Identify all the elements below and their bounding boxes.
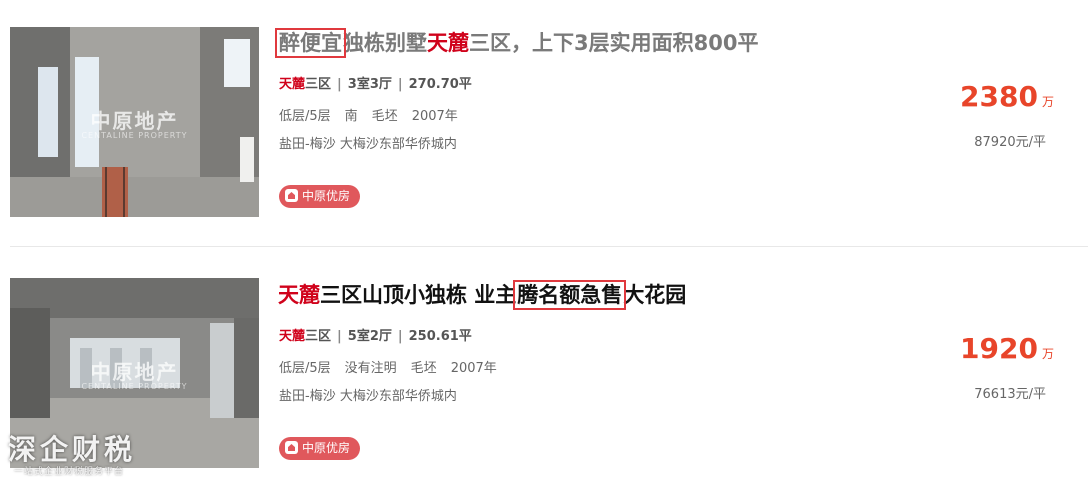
house-icon bbox=[285, 441, 298, 454]
listing-summary: 天麓三区 | 3室3厅 | 270.70平 bbox=[279, 73, 472, 92]
decoration: 毛坯 bbox=[371, 109, 398, 124]
community-name-rest[interactable]: 三区 bbox=[305, 77, 331, 92]
quality-badge[interactable]: 中原优房 bbox=[279, 437, 361, 460]
title-text: 独栋别墅 bbox=[343, 31, 427, 55]
price-value: 1920 bbox=[960, 332, 1038, 365]
listing-summary: 天麓三区 | 5室2厅 | 250.61平 bbox=[279, 325, 472, 344]
title-community-highlight: 天麓 bbox=[278, 283, 320, 307]
title-text-rest: 三区，上下3层实用面积800平 bbox=[469, 31, 759, 55]
floor-level: 低层/5层 bbox=[279, 109, 331, 124]
badge-label: 中原优房 bbox=[302, 441, 351, 455]
community-name-red[interactable]: 天麓 bbox=[279, 329, 305, 344]
divider bbox=[10, 246, 1088, 247]
listing-card[interactable]: 中原地产 CENTALINE PROPERTY 天麓三区山顶小独栋 业主腾名额急… bbox=[0, 252, 1088, 482]
build-year: 2007年 bbox=[450, 361, 497, 376]
build-year: 2007年 bbox=[411, 109, 458, 124]
title-highlight-box: 醉便宜 bbox=[275, 28, 346, 58]
floor-area: 270.70平 bbox=[408, 77, 472, 92]
listing-attributes: 低层/5层 没有注明 毛坯 2007年 bbox=[279, 357, 497, 376]
separator: | bbox=[337, 77, 342, 92]
total-price: 2380 万 bbox=[960, 80, 1054, 113]
price-unit: 万 bbox=[1041, 95, 1054, 109]
photo-watermark: 中原地产 bbox=[90, 360, 179, 384]
badge-label: 中原优房 bbox=[302, 189, 351, 203]
unit-price: 76613元/平 bbox=[974, 387, 1046, 402]
listing-title[interactable]: 天麓三区山顶小独栋 业主腾名额急售大花园 bbox=[278, 280, 686, 310]
quality-badge[interactable]: 中原优房 bbox=[279, 185, 361, 208]
photo-watermark: 中原地产 bbox=[90, 109, 179, 133]
corner-watermark-sub: 一站式企业财税服务平台 bbox=[14, 467, 125, 477]
listing-location: 盐田-梅沙 大梅沙东部华侨城内 bbox=[279, 137, 457, 152]
title-community-highlight: 天麓 bbox=[427, 31, 469, 55]
decoration: 毛坯 bbox=[410, 361, 437, 376]
photo-watermark-sub: CENTALINE PROPERTY bbox=[81, 382, 188, 391]
orientation: 没有注明 bbox=[344, 361, 397, 376]
orientation: 南 bbox=[344, 109, 358, 124]
floor-area: 250.61平 bbox=[408, 329, 472, 344]
corner-watermark: 深企财税 bbox=[8, 433, 137, 466]
separator: | bbox=[397, 329, 403, 344]
title-text-rest: 大花园 bbox=[623, 283, 687, 307]
separator: | bbox=[397, 77, 403, 92]
listing-location: 盐田-梅沙 大梅沙东部华侨城内 bbox=[279, 389, 457, 404]
room-layout: 5室2厅 bbox=[347, 329, 392, 344]
title-text: 三区山顶小独栋 业主 bbox=[320, 283, 517, 307]
listing-photo[interactable]: 中原地产 CENTALINE PROPERTY bbox=[10, 27, 259, 217]
photo-watermark-sub: CENTALINE PROPERTY bbox=[81, 131, 188, 140]
unit-price: 87920元/平 bbox=[974, 135, 1046, 150]
price-unit: 万 bbox=[1041, 347, 1054, 361]
listing-title[interactable]: 醉便宜独栋别墅天麓三区，上下3层实用面积800平 bbox=[275, 28, 759, 58]
separator: | bbox=[337, 329, 342, 344]
total-price: 1920 万 bbox=[960, 332, 1054, 365]
community-name-rest[interactable]: 三区 bbox=[305, 329, 331, 344]
room-layout: 3室3厅 bbox=[347, 77, 392, 92]
listing-card[interactable]: 中原地产 CENTALINE PROPERTY 醉便宜独栋别墅天麓三区，上下3层… bbox=[0, 0, 1088, 230]
title-highlight-box: 腾名额急售 bbox=[513, 280, 627, 310]
listing-attributes: 低层/5层南毛坯 2007年 bbox=[279, 105, 458, 124]
community-name-red[interactable]: 天麓 bbox=[279, 77, 305, 92]
floor-level: 低层/5层 bbox=[279, 361, 331, 376]
house-icon bbox=[285, 189, 298, 202]
price-value: 2380 bbox=[960, 80, 1038, 113]
